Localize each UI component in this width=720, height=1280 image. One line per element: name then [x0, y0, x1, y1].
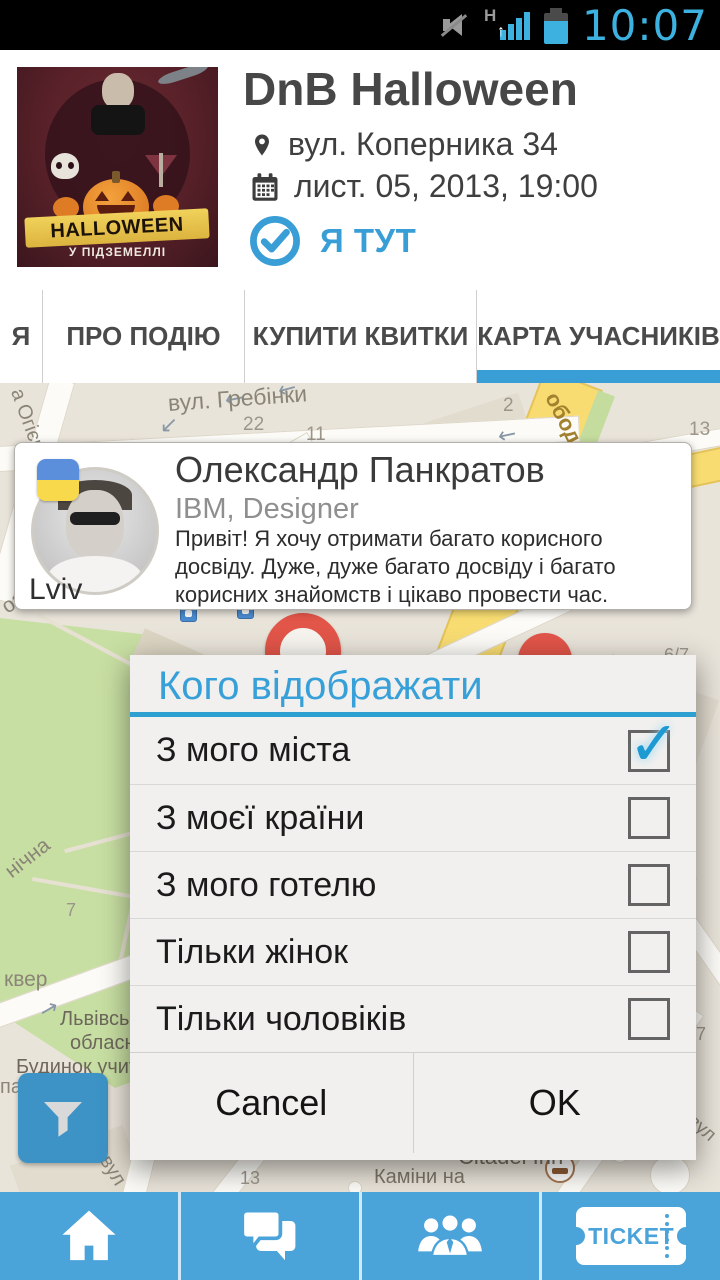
im-here-label: Я ТУТ	[320, 222, 416, 260]
checkbox[interactable]	[628, 864, 670, 906]
event-title: DnB Halloween	[243, 62, 713, 116]
location-pin-icon	[250, 129, 274, 161]
option-label: З моєї країни	[156, 799, 364, 838]
filter-dialog: Кого відображати З мого міста З моєї кра…	[130, 655, 696, 1160]
ticket-label: TICKET	[588, 1223, 674, 1250]
event-poster: HALLOWEEN У ПІДЗЕМЕЛЛІ	[17, 67, 218, 267]
calendar-icon	[250, 171, 280, 203]
map-label: 13	[689, 419, 710, 441]
participant-occupation: IBM, Designer	[175, 493, 359, 526]
nav-chat-button[interactable]	[178, 1192, 359, 1280]
filter-option-women-only[interactable]: Тільки жінок	[130, 918, 696, 985]
dialog-title: Кого відображати	[130, 655, 696, 712]
dialog-buttons: Cancel OK	[130, 1052, 696, 1153]
map-label: 22	[243, 414, 264, 436]
map-label: 13	[240, 1168, 260, 1189]
nav-tickets-button[interactable]: TICKET	[539, 1192, 720, 1280]
poster-figure-shirt	[91, 105, 145, 135]
checkbox[interactable]	[628, 931, 670, 973]
map-label: 2	[503, 395, 514, 417]
poster-subtitle: У ПІДЗЕМЕЛЛІ	[17, 245, 218, 259]
map-label: квер	[4, 968, 47, 992]
mute-icon	[440, 10, 470, 40]
option-label: З мого готелю	[156, 866, 376, 905]
participant-city: Lviv	[29, 573, 82, 607]
option-label: Тільки чоловіків	[156, 1000, 406, 1039]
map-plaza	[650, 1155, 690, 1195]
participant-message: Привіт! Я хочу отримати багато корисного…	[175, 525, 683, 609]
nav-participants-button[interactable]	[359, 1192, 540, 1280]
tab-partial[interactable]: Я	[0, 290, 42, 383]
ukraine-flag-icon	[37, 459, 79, 501]
battery-icon	[544, 8, 568, 44]
filter-option-my-city[interactable]: З мого міста	[130, 717, 696, 784]
ok-button[interactable]: OK	[413, 1053, 697, 1153]
filter-button[interactable]	[18, 1073, 108, 1163]
option-label: Тільки жінок	[156, 933, 348, 972]
poster-scythe	[157, 67, 210, 87]
poster-figure	[102, 73, 134, 109]
ticket-icon: TICKET	[576, 1207, 686, 1265]
tab-bar: Я ПРО ПОДІЮ КУПИТИ КВИТКИ КАРТА УЧАСНИКІ…	[0, 290, 720, 383]
cancel-button[interactable]: Cancel	[130, 1053, 413, 1153]
map-label: 7	[66, 900, 76, 921]
tab-about-event[interactable]: ПРО ПОДІЮ	[42, 290, 244, 383]
map-label: Каміни на	[374, 1166, 465, 1189]
chat-icon	[240, 1207, 300, 1265]
im-here-button[interactable]: Я ТУТ	[248, 214, 416, 268]
participant-name: Олександр Панкратов	[175, 449, 545, 491]
checkbox[interactable]	[628, 730, 670, 772]
option-label: З мого міста	[156, 731, 350, 770]
filter-option-men-only[interactable]: Тільки чоловіків	[130, 985, 696, 1052]
event-header: HALLOWEEN У ПІДЗЕМЕЛЛІ DnB Halloween вул…	[0, 50, 720, 290]
signal-strength-icon: H ↑	[484, 8, 530, 42]
home-icon	[60, 1209, 118, 1263]
map-label: Львівськ	[60, 1008, 138, 1031]
poster-banner: HALLOWEEN	[24, 208, 209, 248]
check-circle-icon	[248, 214, 302, 268]
bottom-nav: TICKET	[0, 1192, 720, 1280]
status-time: 10:07	[582, 1, 708, 50]
filter-icon	[39, 1094, 87, 1142]
map-label: обласн	[70, 1032, 136, 1055]
active-tab-indicator	[477, 370, 720, 383]
app-screen: H ↑ 10:07 HALLOWEEN У ПІДЗЕМЕЛЛІ DnB Hal…	[0, 0, 720, 1280]
checkbox[interactable]	[628, 998, 670, 1040]
tab-buy-tickets[interactable]: КУПИТИ КВИТКИ	[244, 290, 476, 383]
participants-icon	[417, 1210, 483, 1262]
status-bar: H ↑ 10:07	[0, 0, 720, 50]
filter-option-my-hotel[interactable]: З мого готелю	[130, 851, 696, 918]
filter-option-my-country[interactable]: З моєї країни	[130, 784, 696, 851]
network-type-label: H	[484, 6, 496, 26]
network-activity-arrow: ↑	[497, 24, 505, 40]
poster-skull	[51, 153, 79, 179]
event-address: вул. Коперника 34	[288, 126, 558, 163]
participant-card[interactable]: Lviv Олександр Панкратов IBM, Designer П…	[14, 442, 692, 610]
map-label: вул. Гребінки	[167, 383, 308, 417]
checkbox[interactable]	[628, 797, 670, 839]
event-datetime: лист. 05, 2013, 19:00	[294, 168, 598, 205]
poster-glass	[145, 155, 177, 177]
nav-home-button[interactable]	[0, 1192, 178, 1280]
